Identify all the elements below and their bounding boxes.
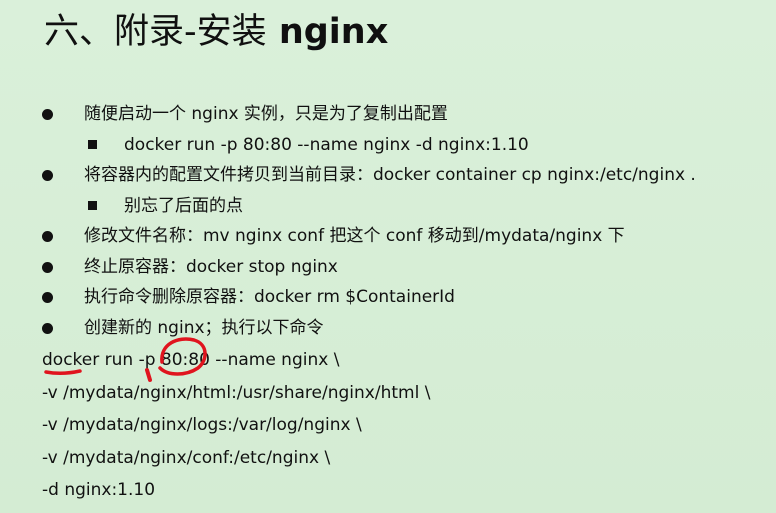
bullet-item: 创建新的 nginx；执行以下命令 xyxy=(0,313,776,344)
bullet-list: 随便启动一个 nginx 实例，只是为了复制出配置 docker run -p … xyxy=(0,99,776,343)
bullet-text: 修改文件名称：mv nginx conf 把这个 conf 移动到/mydata… xyxy=(84,226,625,246)
bullet-text: 随便启动一个 nginx 实例，只是为了复制出配置 xyxy=(84,104,448,124)
bullet-dot-icon xyxy=(42,109,53,120)
command-line: docker run -p 80:80 --name nginx \ xyxy=(42,350,340,370)
slide-title-chinese: 六、附录-安装 xyxy=(44,12,267,52)
bullet-item: 随便启动一个 nginx 实例，只是为了复制出配置 xyxy=(0,99,776,130)
bullet-text: 执行命令删除原容器：docker rm $ContainerId xyxy=(84,287,455,307)
bullet-square-icon xyxy=(88,200,97,210)
command-line: -v /mydata/nginx/logs:/var/log/nginx \ xyxy=(42,415,362,435)
command-line: -d nginx:1.10 xyxy=(42,480,156,500)
bullet-item: 执行命令删除原容器：docker rm $ContainerId xyxy=(0,282,776,313)
bullet-text: 终止原容器：docker stop nginx xyxy=(84,256,338,277)
command-line: -v /mydata/nginx/conf:/etc/nginx \ xyxy=(42,447,331,468)
bullet-item: 修改文件名称：mv nginx conf 把这个 conf 移动到/mydata… xyxy=(0,221,776,252)
bullet-item: 终止原容器：docker stop nginx xyxy=(0,252,776,283)
bullet-item: 将容器内的配置文件拷贝到当前目录：docker container cp ngi… xyxy=(0,160,776,191)
bullet-dot-icon xyxy=(42,231,53,242)
sub-bullet-text: 别忘了后面的点 xyxy=(124,195,243,216)
bullet-text: 创建新的 nginx；执行以下命令 xyxy=(84,317,324,338)
slide-title-english: nginx xyxy=(278,12,389,52)
slide: 六、附录-安装 nginx 随便启动一个 nginx 实例，只是为了复制出配置 … xyxy=(0,0,776,513)
command-line: -v /mydata/nginx/html:/usr/share/nginx/h… xyxy=(42,382,431,403)
bullet-dot-icon xyxy=(42,170,53,181)
sub-bullet-item: docker run -p 80:80 --name nginx -d ngin… xyxy=(0,130,776,161)
slide-title: 六、附录-安装 nginx xyxy=(44,8,388,56)
sub-bullet-text: docker run -p 80:80 --name nginx -d ngin… xyxy=(124,134,529,155)
command-block: docker run -p 80:80 --name nginx \ -v /m… xyxy=(42,345,776,508)
bullet-dot-icon xyxy=(42,322,53,334)
bullet-dot-icon xyxy=(42,292,53,303)
sub-bullet-item: 别忘了后面的点 xyxy=(0,191,776,222)
bullet-square-icon xyxy=(88,139,97,149)
bullet-text: 将容器内的配置文件拷贝到当前目录：docker container cp ngi… xyxy=(84,165,696,185)
bullet-dot-icon xyxy=(42,261,53,273)
